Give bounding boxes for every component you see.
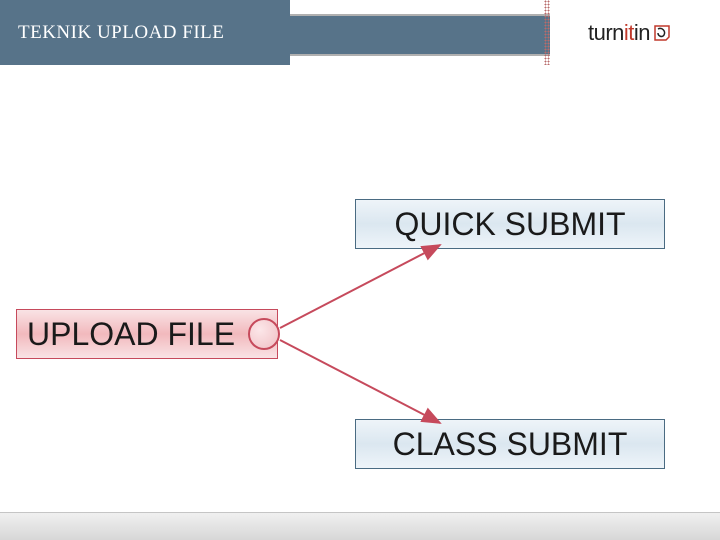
brand-logo: turnitin bbox=[550, 0, 720, 65]
arrow-to-class-submit bbox=[280, 340, 440, 423]
node-class-submit: CLASS SUBMIT bbox=[355, 419, 665, 469]
brand-mark-icon bbox=[652, 23, 672, 43]
arrow-to-quick-submit bbox=[280, 245, 440, 328]
brand-wordmark: turnitin bbox=[588, 20, 650, 46]
brand-part-1: turn bbox=[588, 20, 624, 45]
brand-part-3: in bbox=[634, 20, 650, 45]
footer-bar bbox=[0, 512, 720, 540]
node-class-submit-label: CLASS SUBMIT bbox=[393, 426, 628, 463]
brand-part-2: it bbox=[624, 20, 634, 45]
node-upload-file-label: UPLOAD FILE bbox=[27, 316, 235, 353]
page-title: TEKNIK UPLOAD FILE bbox=[18, 22, 224, 44]
logo-dot-border bbox=[544, 0, 550, 65]
diagram-canvas: QUICK SUBMIT UPLOAD FILE CLASS SUBMIT bbox=[0, 65, 720, 510]
node-upload-file: UPLOAD FILE bbox=[16, 309, 278, 359]
title-panel: TEKNIK UPLOAD FILE bbox=[0, 0, 290, 65]
node-quick-submit-label: QUICK SUBMIT bbox=[394, 206, 625, 243]
branch-origin-circle bbox=[248, 318, 280, 350]
node-quick-submit: QUICK SUBMIT bbox=[355, 199, 665, 249]
